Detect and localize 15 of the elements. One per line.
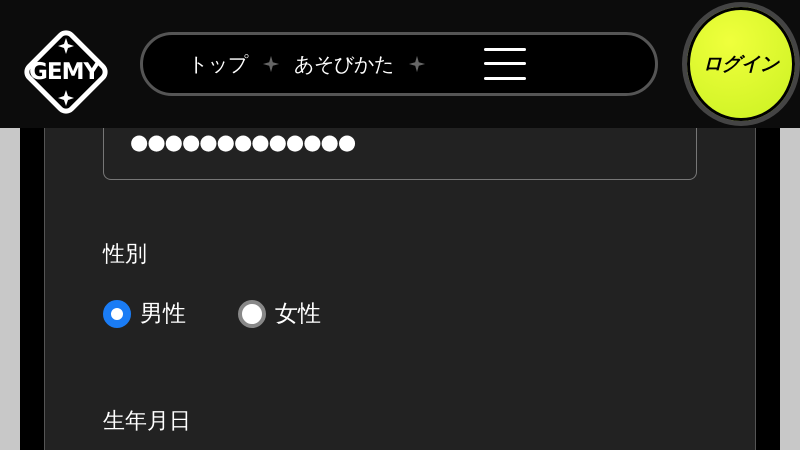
login-button[interactable]: ログイン — [682, 2, 800, 126]
sparkle-icon — [408, 55, 426, 73]
sparkle-icon — [262, 55, 280, 73]
radio-button[interactable] — [103, 300, 131, 328]
radio-button[interactable] — [238, 300, 266, 328]
option-label: 女性 — [275, 300, 321, 329]
radio-option[interactable]: 女性 — [238, 298, 321, 329]
radio-option[interactable]: 男性 — [103, 298, 186, 329]
nav-link[interactable]: トップ — [188, 50, 248, 78]
field-label: 生年月日 — [103, 408, 192, 436]
password-field[interactable]: ●●●●●●●●●●●●● — [103, 128, 697, 180]
nav-link[interactable]: あそびかた — [294, 50, 394, 78]
option-label: 男性 — [140, 300, 186, 329]
field-label: 性別 — [103, 241, 148, 269]
menu-icon[interactable] — [484, 48, 526, 80]
